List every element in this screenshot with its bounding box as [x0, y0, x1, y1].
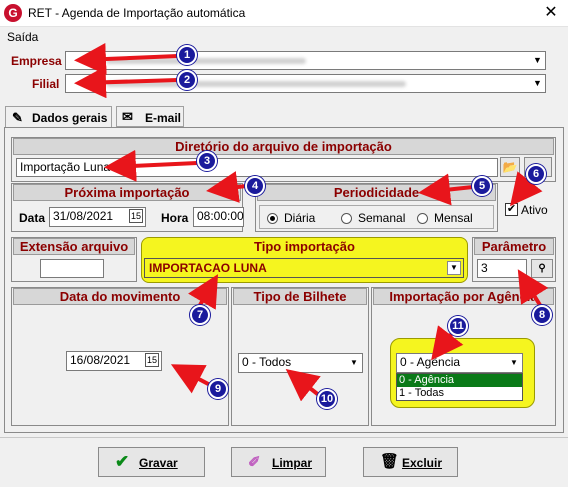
trash-icon: 🗑: [380, 453, 400, 470]
callout-4: 4: [245, 176, 265, 196]
callout-11: 11: [448, 316, 468, 336]
radio-mensal[interactable]: [417, 213, 428, 224]
callout-6: 6: [526, 164, 546, 184]
callout-9: 9: [208, 379, 228, 399]
parametro-input[interactable]: 3: [477, 259, 527, 278]
empresa-label: Empresa: [11, 54, 62, 68]
tipo-importacao-value: IMPORTACAO LUNA: [149, 261, 267, 275]
proxima-data-input[interactable]: 31/08/2021 15: [49, 207, 146, 227]
chevron-down-icon[interactable]: ▼: [507, 355, 521, 371]
agencia-value: 0 - Agência: [400, 355, 461, 369]
chevron-down-icon[interactable]: ▼: [447, 261, 461, 275]
proxima-data-value: 31/08/2021: [53, 209, 114, 223]
limpar-button[interactable]: ✐ Limpar: [231, 447, 326, 477]
agencia-option[interactable]: 0 - Agência: [397, 374, 522, 387]
chevron-down-icon[interactable]: ▼: [529, 52, 545, 69]
ativo-checkbox[interactable]: ✔: [505, 203, 518, 216]
pencil-icon: ✎: [12, 110, 23, 125]
callout-1: 1: [177, 45, 197, 65]
filial-select[interactable]: ▼: [65, 74, 546, 93]
menu-saida[interactable]: Saída: [7, 30, 38, 44]
radio-semanal[interactable]: [341, 213, 352, 224]
data-movimento-input[interactable]: 16/08/2021 15: [66, 351, 162, 371]
callout-5: 5: [472, 176, 492, 196]
agencia-dropdown-list: 0 - Agência 1 - Todas: [396, 373, 523, 401]
tab-label: E-mail: [145, 111, 182, 125]
empresa-value-redacted: [106, 58, 306, 64]
hora-label: Hora: [161, 211, 189, 225]
callout-8: 8: [532, 305, 552, 325]
ativo-label: Ativo: [521, 203, 548, 217]
empresa-select[interactable]: ▼: [65, 51, 546, 70]
radio-label: Semanal: [358, 211, 406, 225]
proxima-header: Próxima importação: [13, 184, 241, 201]
callout-10: 10: [317, 389, 337, 409]
tipo-bilhete-value: 0 - Todos: [242, 355, 292, 369]
callout-3: 3: [197, 151, 217, 171]
radio-label: Diária: [284, 211, 316, 225]
agencia-option[interactable]: 1 - Todas: [397, 387, 522, 400]
extensao-input[interactable]: [40, 259, 104, 278]
excluir-button[interactable]: 🗑 Excluir: [363, 447, 458, 477]
broom-icon: ✐: [248, 454, 261, 471]
data-label: Data: [19, 211, 46, 225]
data-movimento-header: Data do movimento: [13, 288, 227, 305]
calendar-icon[interactable]: 15: [128, 209, 143, 223]
checkmark-icon: ✔: [115, 452, 130, 471]
divider: [0, 437, 568, 438]
folder-open-icon[interactable]: 📂: [500, 157, 520, 177]
callout-2: 2: [177, 70, 197, 90]
periodicidade-header: Periodicidade: [257, 184, 496, 201]
chevron-down-icon[interactable]: ▼: [529, 75, 545, 92]
tipo-importacao-header: Tipo importação: [147, 239, 462, 256]
window-title: RET - Agenda de Importação automática: [28, 6, 246, 20]
tab-dados-gerais[interactable]: ✎ Dados gerais: [5, 106, 112, 128]
tab-email[interactable]: ✉ E-mail: [116, 106, 184, 127]
gravar-button[interactable]: ✔ Gravar: [98, 447, 205, 477]
filial-label: Filial: [32, 77, 60, 91]
hora-input[interactable]: 08:00:00: [193, 207, 244, 227]
button-label: Gravar: [139, 456, 178, 470]
calendar-icon[interactable]: 15: [144, 353, 159, 367]
agencia-select[interactable]: 0 - Agência ▼: [396, 353, 523, 373]
radio-diaria[interactable]: [267, 213, 278, 224]
tipo-importacao-select[interactable]: IMPORTACAO LUNA ▼: [144, 258, 464, 278]
close-icon[interactable]: ✕: [536, 2, 566, 24]
email-icon: ✉: [122, 109, 133, 124]
tipo-bilhete-header: Tipo de Bilhete: [233, 288, 367, 305]
filial-value-redacted: [106, 81, 406, 87]
chevron-down-icon[interactable]: ▼: [347, 355, 361, 371]
parametro-header: Parâmetro: [474, 238, 554, 255]
button-label: Excluir: [402, 456, 443, 470]
radio-label: Mensal: [434, 211, 473, 225]
data-movimento-value: 16/08/2021: [70, 353, 131, 367]
app-logo-icon: G: [4, 4, 22, 22]
callout-7: 7: [190, 305, 210, 325]
button-label: Limpar: [272, 456, 313, 470]
tab-label: Dados gerais: [32, 111, 108, 125]
importacao-agencia-header: Importação por Agência: [373, 288, 554, 305]
diretorio-header: Diretório do arquivo de importação: [13, 138, 554, 155]
tipo-bilhete-select[interactable]: 0 - Todos ▼: [238, 353, 363, 373]
diretorio-input[interactable]: Importação Luna: [16, 158, 498, 177]
binoculars-icon[interactable]: ⚲: [531, 259, 553, 278]
extensao-header: Extensão arquivo: [13, 238, 135, 255]
